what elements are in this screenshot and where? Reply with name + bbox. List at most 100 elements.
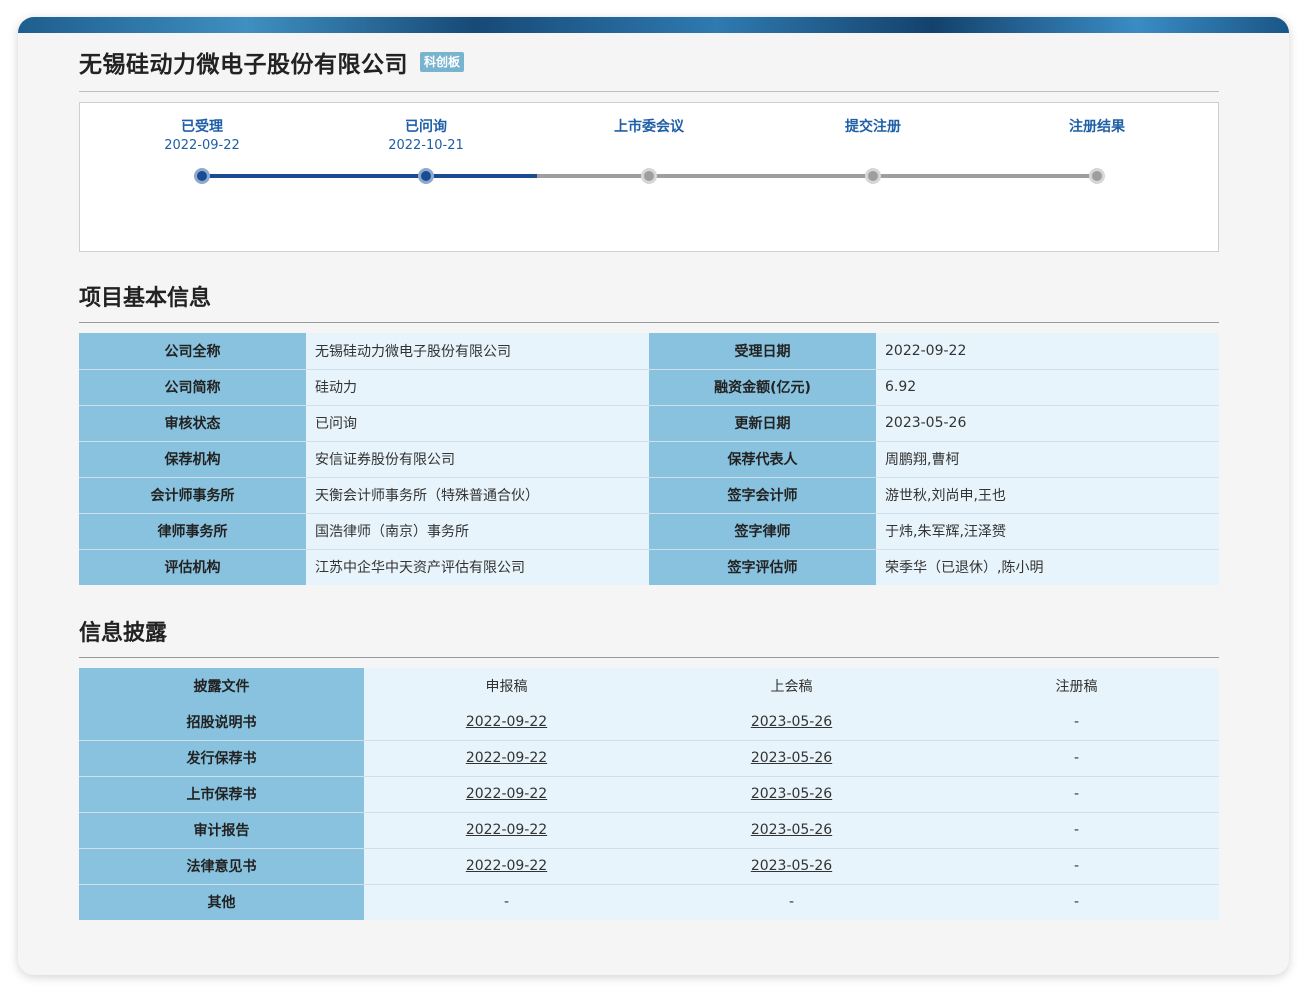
- disclosure-row: 法律意见书 2022-09-22 2023-05-26 -: [79, 847, 1219, 884]
- section-title-basic-info: 项目基本信息: [79, 285, 1219, 323]
- section-title-disclosure: 信息披露: [79, 620, 1219, 658]
- info-row: 律师事务所 国浩律师（南京）事务所 签字律师 于炜,朱军辉,汪泽赟: [79, 512, 1219, 549]
- main-content: 无锡硅动力微电子股份有限公司 科创板 已受理 2022-09-22 已问询 20…: [79, 33, 1219, 920]
- column-header: 披露文件: [79, 668, 364, 704]
- declaration-document-link[interactable]: 2022-09-22: [466, 822, 547, 838]
- basic-info-table: 公司全称 无锡硅动力微电子股份有限公司 受理日期 2022-09-22 公司简称 硅动力融…: [79, 333, 1219, 585]
- info-value: 安信证券股份有限公司: [306, 440, 649, 477]
- step-submit-registration: 提交注册: [793, 117, 953, 137]
- info-value: 2023-05-26: [876, 404, 1219, 441]
- meeting-cell: 2023-05-26: [649, 775, 934, 812]
- info-value: 国浩律师（南京）事务所: [306, 512, 649, 549]
- info-value: 6.92: [876, 368, 1219, 405]
- page-title: 无锡硅动力微电子股份有限公司: [79, 52, 408, 78]
- disclosure-header-row: 披露文件 申报稿 上会稿 注册稿: [79, 668, 1219, 704]
- disclosure-row: 其他 - - -: [79, 883, 1219, 920]
- app-window: 无锡硅动力微电子股份有限公司 科创板 已受理 2022-09-22 已问询 20…: [18, 17, 1289, 975]
- declaration-document-link[interactable]: 2022-09-22: [466, 786, 547, 802]
- declaration-cell: 2022-09-22: [364, 775, 649, 812]
- header-banner: [18, 17, 1289, 33]
- step-inquired: 已问询 2022-10-21: [346, 117, 506, 155]
- info-label: 受理日期: [649, 333, 876, 369]
- meeting-cell: 2023-05-26: [649, 811, 934, 848]
- step-date: 2022-09-22: [164, 138, 240, 153]
- step-label: 已受理: [181, 119, 223, 135]
- info-row: 审核状态 已问询 更新日期 2023-05-26: [79, 404, 1219, 441]
- info-label: 签字会计师: [649, 476, 876, 513]
- meeting-document-link[interactable]: 2023-05-26: [751, 786, 832, 802]
- info-label: 律师事务所: [79, 512, 306, 549]
- document-name: 招股说明书: [79, 704, 364, 740]
- progress-tracker: 已受理 2022-09-22 已问询 2022-10-21 上市委会议 提交注册…: [79, 102, 1219, 252]
- meeting-cell: 2023-05-26: [649, 704, 934, 740]
- meeting-cell: 2023-05-26: [649, 847, 934, 884]
- info-label: 审核状态: [79, 404, 306, 441]
- step-node-done: [194, 168, 210, 184]
- registration-cell: -: [934, 775, 1219, 812]
- step-label: 注册结果: [1069, 119, 1125, 135]
- meeting-cell: 2023-05-26: [649, 739, 934, 776]
- info-label: 公司简称: [79, 368, 306, 405]
- declaration-cell: 2022-09-22: [364, 847, 649, 884]
- registration-cell: -: [934, 883, 1219, 920]
- info-value: 周鹏翔,曹柯: [876, 440, 1219, 477]
- meeting-document-link[interactable]: 2023-05-26: [751, 822, 832, 838]
- document-name: 法律意见书: [79, 847, 364, 884]
- declaration-cell: 2022-09-22: [364, 811, 649, 848]
- registration-cell: -: [934, 739, 1219, 776]
- step-label: 已问询: [405, 119, 447, 135]
- disclosure-row: 审计报告 2022-09-22 2023-05-26 -: [79, 811, 1219, 848]
- disclosure-row: 发行保荐书 2022-09-22 2023-05-26 -: [79, 739, 1219, 776]
- registration-cell: -: [934, 704, 1219, 740]
- column-header: 申报稿: [364, 668, 649, 704]
- info-row: 会计师事务所 天衡会计师事务所（特殊普通合伙） 签字会计师 游世秋,刘尚申,王也: [79, 476, 1219, 513]
- info-label: 融资金额(亿元): [649, 368, 876, 405]
- info-row: 保荐机构 安信证券股份有限公司 保荐代表人 周鹏翔,曹柯: [79, 440, 1219, 477]
- declaration-cell: -: [364, 883, 649, 920]
- step-node-pending: [1089, 168, 1105, 184]
- document-name: 其他: [79, 883, 364, 920]
- board-badge: 科创板: [420, 52, 465, 72]
- step-listing-committee: 上市委会议: [569, 117, 729, 137]
- title-row: 无锡硅动力微电子股份有限公司 科创板: [79, 33, 1219, 92]
- info-value: 已问询: [306, 404, 649, 441]
- info-value: 江苏中企华中天资产评估有限公司: [306, 548, 649, 585]
- declaration-document-link[interactable]: 2022-09-22: [466, 714, 547, 730]
- registration-cell: -: [934, 847, 1219, 884]
- meeting-document-link[interactable]: 2023-05-26: [751, 714, 832, 730]
- column-header: 注册稿: [934, 668, 1219, 704]
- meeting-document-link[interactable]: 2023-05-26: [751, 858, 832, 874]
- info-value: 天衡会计师事务所（特殊普通合伙）: [306, 476, 649, 513]
- declaration-cell: 2022-09-22: [364, 704, 649, 740]
- meeting-document-link[interactable]: 2023-05-26: [751, 750, 832, 766]
- info-row: 公司简称 硅动力 融资金额(亿元) 6.92: [79, 368, 1219, 405]
- info-label: 更新日期: [649, 404, 876, 441]
- step-registration-result: 注册结果: [1017, 117, 1177, 137]
- step-accepted: 已受理 2022-09-22: [122, 117, 282, 155]
- info-label: 评估机构: [79, 548, 306, 585]
- info-label: 公司全称: [79, 333, 306, 369]
- info-value: 硅动力: [306, 368, 649, 405]
- document-name: 发行保荐书: [79, 739, 364, 776]
- step-label: 上市委会议: [614, 119, 684, 135]
- info-row: 公司全称 无锡硅动力微电子股份有限公司 受理日期 2022-09-22: [79, 333, 1219, 369]
- meeting-cell: -: [649, 883, 934, 920]
- disclosure-row: 招股说明书 2022-09-22 2023-05-26 -: [79, 704, 1219, 740]
- info-label: 保荐机构: [79, 440, 306, 477]
- info-value: 于炜,朱军辉,汪泽赟: [876, 512, 1219, 549]
- info-value: 荣季华（已退休）,陈小明: [876, 548, 1219, 585]
- disclosure-table: 披露文件 申报稿 上会稿 注册稿 招股说明书 2022-09-22 2023-05-…: [79, 668, 1219, 920]
- column-header: 上会稿: [649, 668, 934, 704]
- step-date: 2022-10-21: [388, 138, 464, 153]
- step-node-done: [418, 168, 434, 184]
- progress-track-completed: [202, 174, 537, 178]
- info-row: 评估机构 江苏中企华中天资产评估有限公司 签字评估师 荣季华（已退休）,陈小明: [79, 548, 1219, 585]
- document-name: 上市保荐书: [79, 775, 364, 812]
- registration-cell: -: [934, 811, 1219, 848]
- info-value: 2022-09-22: [876, 333, 1219, 369]
- declaration-document-link[interactable]: 2022-09-22: [466, 858, 547, 874]
- info-label: 保荐代表人: [649, 440, 876, 477]
- step-label: 提交注册: [845, 119, 901, 135]
- declaration-document-link[interactable]: 2022-09-22: [466, 750, 547, 766]
- info-label: 签字评估师: [649, 548, 876, 585]
